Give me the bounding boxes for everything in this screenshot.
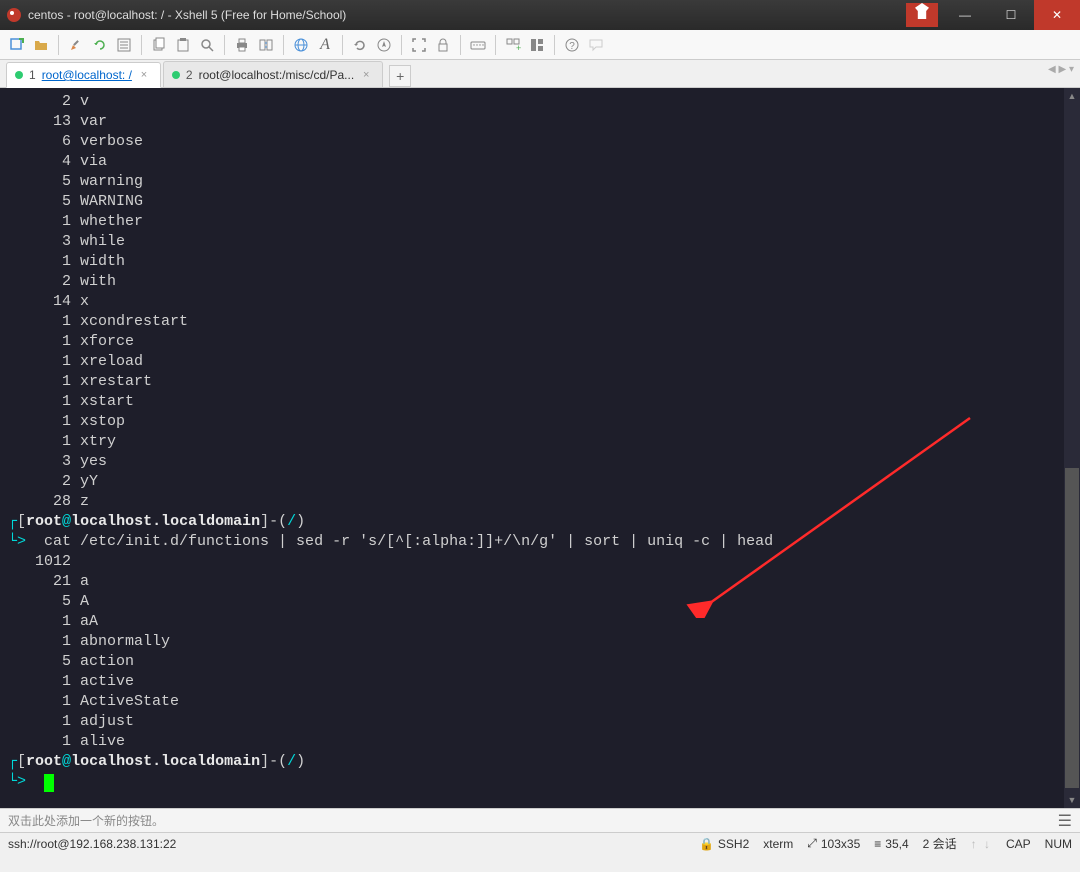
menu-icon[interactable]: ☰ <box>1058 811 1072 831</box>
fullscreen-icon[interactable] <box>408 34 430 56</box>
status-dot-icon <box>15 71 23 79</box>
copy-icon[interactable] <box>148 34 170 56</box>
status-protocol: 🔒 SSH2 <box>699 837 749 851</box>
svg-text:+: + <box>516 43 521 53</box>
toolbar: A + ? <box>0 30 1080 60</box>
search-icon[interactable] <box>196 34 218 56</box>
status-sessions: 2 会话 <box>923 835 957 852</box>
status-term: xterm <box>763 837 793 851</box>
compass-icon[interactable] <box>373 34 395 56</box>
layout-icon[interactable] <box>526 34 548 56</box>
help-icon[interactable]: ? <box>561 34 583 56</box>
close-button[interactable]: ✕ <box>1034 0 1080 30</box>
svg-text:?: ? <box>569 41 575 52</box>
status-cap: CAP <box>1006 837 1031 851</box>
new-session-icon[interactable] <box>6 34 28 56</box>
terminal[interactable]: 2 v 13 var 6 verbose 4 via 5 warning 5 W… <box>0 88 1080 808</box>
session-tab-1[interactable]: 1 root@localhost: / × <box>6 62 161 88</box>
redo-icon[interactable] <box>89 34 111 56</box>
maximize-button[interactable]: ☐ <box>988 0 1034 30</box>
paste-icon[interactable] <box>172 34 194 56</box>
connection-string: ssh://root@192.168.238.131:22 <box>8 837 685 851</box>
button-bar-hint: 双击此处添加一个新的按钮。 <box>8 812 164 829</box>
chat-icon[interactable] <box>585 34 607 56</box>
scroll-thumb[interactable] <box>1065 468 1079 788</box>
scrollbar[interactable]: ▲ ▼ <box>1064 88 1080 808</box>
status-size: ⤢ 103x35 <box>807 836 860 851</box>
scroll-down-icon[interactable]: ▼ <box>1064 792 1080 808</box>
tab-bar: 1 root@localhost: / × 2 root@localhost:/… <box>0 60 1080 88</box>
open-icon[interactable] <box>30 34 52 56</box>
tab-close-icon[interactable]: × <box>360 69 372 81</box>
tile-icon[interactable]: + <box>502 34 524 56</box>
tab-nav[interactable]: ◀ ▶ ▾ <box>1048 64 1074 75</box>
font-icon[interactable]: A <box>314 34 336 56</box>
keyboard-icon[interactable] <box>467 34 489 56</box>
scroll-up-icon[interactable]: ▲ <box>1064 88 1080 104</box>
lock-icon[interactable] <box>432 34 454 56</box>
print-icon[interactable] <box>231 34 253 56</box>
app-icon <box>6 7 22 23</box>
tab-close-icon[interactable]: × <box>138 69 150 81</box>
button-bar[interactable]: 双击此处添加一个新的按钮。 ☰ <box>0 808 1080 832</box>
transfer-icon[interactable] <box>255 34 277 56</box>
status-num: NUM <box>1045 837 1072 851</box>
title-bar: centos - root@localhost: / - Xshell 5 (F… <box>0 0 1080 30</box>
properties-icon[interactable] <box>113 34 135 56</box>
status-bar: ssh://root@192.168.238.131:22 🔒 SSH2 xte… <box>0 832 1080 854</box>
globe-icon[interactable] <box>290 34 312 56</box>
pin-icon[interactable] <box>906 3 938 27</box>
minimize-button[interactable]: — <box>942 0 988 30</box>
new-tab-button[interactable]: + <box>389 65 411 87</box>
brush-icon[interactable] <box>65 34 87 56</box>
status-cursor: ≡ 35,4 <box>874 837 908 851</box>
window-title: centos - root@localhost: / - Xshell 5 (F… <box>28 8 906 22</box>
status-dot-icon <box>172 71 180 79</box>
session-tab-2[interactable]: 2 root@localhost:/misc/cd/Pa... × <box>163 61 383 87</box>
nav-arrows-icon[interactable]: ↑ ↓ <box>971 837 992 851</box>
refresh-icon[interactable] <box>349 34 371 56</box>
